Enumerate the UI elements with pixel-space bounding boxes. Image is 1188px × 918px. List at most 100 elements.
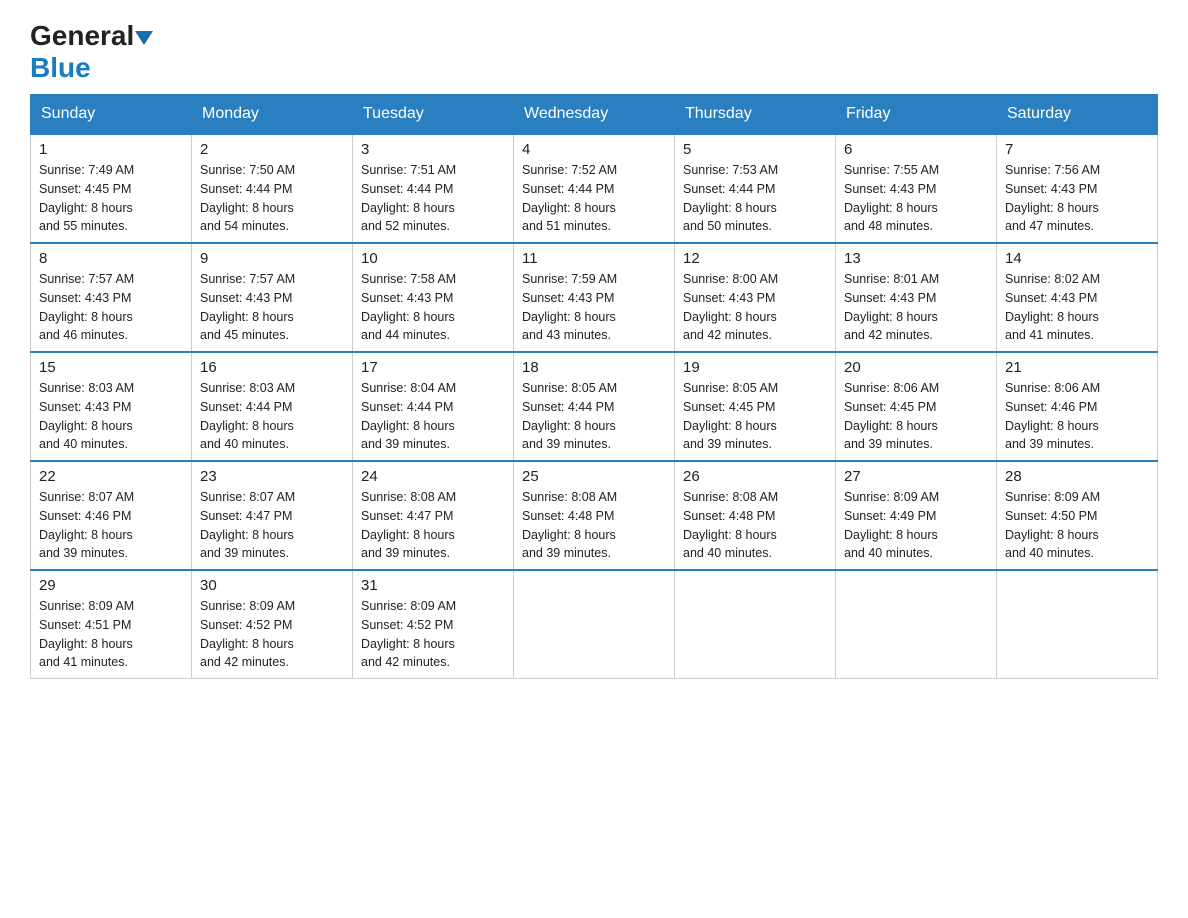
day-info: Sunrise: 7:50 AMSunset: 4:44 PMDaylight:…	[200, 161, 344, 236]
day-info: Sunrise: 8:03 AMSunset: 4:44 PMDaylight:…	[200, 379, 344, 454]
day-cell-7: 7 Sunrise: 7:56 AMSunset: 4:43 PMDaylight…	[997, 134, 1158, 243]
day-info: Sunrise: 7:57 AMSunset: 4:43 PMDaylight:…	[39, 270, 183, 345]
day-info: Sunrise: 8:08 AMSunset: 4:48 PMDaylight:…	[522, 488, 666, 563]
day-number: 2	[200, 141, 344, 158]
day-info: Sunrise: 7:56 AMSunset: 4:43 PMDaylight:…	[1005, 161, 1149, 236]
week-row-1: 1 Sunrise: 7:49 AMSunset: 4:45 PMDaylight…	[31, 134, 1158, 243]
day-cell-2: 2 Sunrise: 7:50 AMSunset: 4:44 PMDaylight…	[192, 134, 353, 243]
day-cell-11: 11 Sunrise: 7:59 AMSunset: 4:43 PMDayligh…	[514, 243, 675, 352]
day-info: Sunrise: 8:09 AMSunset: 4:49 PMDaylight:…	[844, 488, 988, 563]
day-cell-23: 23 Sunrise: 8:07 AMSunset: 4:47 PMDayligh…	[192, 461, 353, 570]
weekday-header-thursday: Thursday	[675, 95, 836, 135]
day-cell-9: 9Sunrise: 7:57 AMSunset: 4:43 PMDaylight…	[192, 243, 353, 352]
day-number: 13	[844, 250, 988, 267]
logo: General Blue	[30, 20, 153, 84]
empty-cell	[514, 570, 675, 679]
day-cell-22: 22 Sunrise: 8:07 AMSunset: 4:46 PMDayligh…	[31, 461, 192, 570]
day-cell-14: 14Sunrise: 8:02 AMSunset: 4:43 PMDayligh…	[997, 243, 1158, 352]
week-row-3: 15Sunrise: 8:03 AMSunset: 4:43 PMDayligh…	[31, 352, 1158, 461]
week-row-5: 29 Sunrise: 8:09 AMSunset: 4:51 PMDayligh…	[31, 570, 1158, 679]
day-info: Sunrise: 8:05 AMSunset: 4:45 PMDaylight:…	[683, 379, 827, 454]
day-info: Sunrise: 8:09 AMSunset: 4:51 PMDaylight:…	[39, 597, 183, 672]
day-info: Sunrise: 8:00 AMSunset: 4:43 PMDaylight:…	[683, 270, 827, 345]
day-number: 11	[522, 250, 666, 267]
day-cell-31: 31 Sunrise: 8:09 AMSunset: 4:52 PMDayligh…	[353, 570, 514, 679]
day-cell-24: 24 Sunrise: 8:08 AMSunset: 4:47 PMDayligh…	[353, 461, 514, 570]
day-number: 12	[683, 250, 827, 267]
day-number: 30	[200, 577, 344, 594]
page-header: General Blue	[30, 20, 1158, 84]
day-cell-4: 4 Sunrise: 7:52 AMSunset: 4:44 PMDaylight…	[514, 134, 675, 243]
day-info: Sunrise: 7:49 AMSunset: 4:45 PMDaylight:…	[39, 161, 183, 236]
logo-triangle-icon	[135, 31, 153, 45]
day-info: Sunrise: 7:57 AMSunset: 4:43 PMDaylight:…	[200, 270, 344, 345]
day-info: Sunrise: 8:06 AMSunset: 4:45 PMDaylight:…	[844, 379, 988, 454]
day-number: 17	[361, 359, 505, 376]
day-info: Sunrise: 8:06 AMSunset: 4:46 PMDaylight:…	[1005, 379, 1149, 454]
day-info: Sunrise: 8:07 AMSunset: 4:46 PMDaylight:…	[39, 488, 183, 563]
day-info: Sunrise: 7:59 AMSunset: 4:43 PMDaylight:…	[522, 270, 666, 345]
day-cell-27: 27Sunrise: 8:09 AMSunset: 4:49 PMDayligh…	[836, 461, 997, 570]
day-number: 15	[39, 359, 183, 376]
day-number: 29	[39, 577, 183, 594]
day-info: Sunrise: 8:08 AMSunset: 4:48 PMDaylight:…	[683, 488, 827, 563]
day-number: 1	[39, 141, 183, 158]
day-number: 7	[1005, 141, 1149, 158]
week-row-4: 22 Sunrise: 8:07 AMSunset: 4:46 PMDayligh…	[31, 461, 1158, 570]
day-cell-17: 17 Sunrise: 8:04 AMSunset: 4:44 PMDayligh…	[353, 352, 514, 461]
calendar-table: SundayMondayTuesdayWednesdayThursdayFrid…	[30, 94, 1158, 679]
weekday-header-monday: Monday	[192, 95, 353, 135]
weekday-header-saturday: Saturday	[997, 95, 1158, 135]
day-info: Sunrise: 7:51 AMSunset: 4:44 PMDaylight:…	[361, 161, 505, 236]
day-cell-5: 5 Sunrise: 7:53 AMSunset: 4:44 PMDaylight…	[675, 134, 836, 243]
weekday-header-row: SundayMondayTuesdayWednesdayThursdayFrid…	[31, 95, 1158, 135]
day-info: Sunrise: 8:08 AMSunset: 4:47 PMDaylight:…	[361, 488, 505, 563]
day-cell-13: 13Sunrise: 8:01 AMSunset: 4:43 PMDayligh…	[836, 243, 997, 352]
weekday-header-tuesday: Tuesday	[353, 95, 514, 135]
day-info: Sunrise: 8:07 AMSunset: 4:47 PMDaylight:…	[200, 488, 344, 563]
day-number: 25	[522, 468, 666, 485]
day-number: 24	[361, 468, 505, 485]
day-cell-30: 30Sunrise: 8:09 AMSunset: 4:52 PMDayligh…	[192, 570, 353, 679]
day-cell-21: 21Sunrise: 8:06 AMSunset: 4:46 PMDayligh…	[997, 352, 1158, 461]
day-number: 23	[200, 468, 344, 485]
day-cell-8: 8Sunrise: 7:57 AMSunset: 4:43 PMDaylight…	[31, 243, 192, 352]
day-number: 6	[844, 141, 988, 158]
day-cell-10: 10 Sunrise: 7:58 AMSunset: 4:43 PMDayligh…	[353, 243, 514, 352]
day-number: 16	[200, 359, 344, 376]
day-number: 26	[683, 468, 827, 485]
empty-cell	[997, 570, 1158, 679]
day-cell-19: 19 Sunrise: 8:05 AMSunset: 4:45 PMDayligh…	[675, 352, 836, 461]
day-info: Sunrise: 8:09 AMSunset: 4:50 PMDaylight:…	[1005, 488, 1149, 563]
day-cell-20: 20 Sunrise: 8:06 AMSunset: 4:45 PMDayligh…	[836, 352, 997, 461]
day-number: 19	[683, 359, 827, 376]
day-number: 10	[361, 250, 505, 267]
day-cell-25: 25 Sunrise: 8:08 AMSunset: 4:48 PMDayligh…	[514, 461, 675, 570]
day-cell-15: 15Sunrise: 8:03 AMSunset: 4:43 PMDayligh…	[31, 352, 192, 461]
day-info: Sunrise: 7:58 AMSunset: 4:43 PMDaylight:…	[361, 270, 505, 345]
weekday-header-sunday: Sunday	[31, 95, 192, 135]
day-info: Sunrise: 8:05 AMSunset: 4:44 PMDaylight:…	[522, 379, 666, 454]
day-info: Sunrise: 7:55 AMSunset: 4:43 PMDaylight:…	[844, 161, 988, 236]
day-info: Sunrise: 8:09 AMSunset: 4:52 PMDaylight:…	[361, 597, 505, 672]
day-cell-12: 12 Sunrise: 8:00 AMSunset: 4:43 PMDayligh…	[675, 243, 836, 352]
empty-cell	[675, 570, 836, 679]
day-info: Sunrise: 8:04 AMSunset: 4:44 PMDaylight:…	[361, 379, 505, 454]
day-info: Sunrise: 7:52 AMSunset: 4:44 PMDaylight:…	[522, 161, 666, 236]
day-number: 22	[39, 468, 183, 485]
day-number: 31	[361, 577, 505, 594]
day-number: 4	[522, 141, 666, 158]
day-number: 28	[1005, 468, 1149, 485]
day-number: 5	[683, 141, 827, 158]
day-cell-26: 26 Sunrise: 8:08 AMSunset: 4:48 PMDayligh…	[675, 461, 836, 570]
day-number: 14	[1005, 250, 1149, 267]
day-number: 18	[522, 359, 666, 376]
weekday-header-wednesday: Wednesday	[514, 95, 675, 135]
day-number: 20	[844, 359, 988, 376]
day-info: Sunrise: 7:53 AMSunset: 4:44 PMDaylight:…	[683, 161, 827, 236]
day-cell-6: 6 Sunrise: 7:55 AMSunset: 4:43 PMDaylight…	[836, 134, 997, 243]
day-cell-28: 28 Sunrise: 8:09 AMSunset: 4:50 PMDayligh…	[997, 461, 1158, 570]
day-cell-29: 29 Sunrise: 8:09 AMSunset: 4:51 PMDayligh…	[31, 570, 192, 679]
logo-blue-text: Blue	[30, 52, 91, 84]
day-cell-3: 3Sunrise: 7:51 AMSunset: 4:44 PMDaylight…	[353, 134, 514, 243]
